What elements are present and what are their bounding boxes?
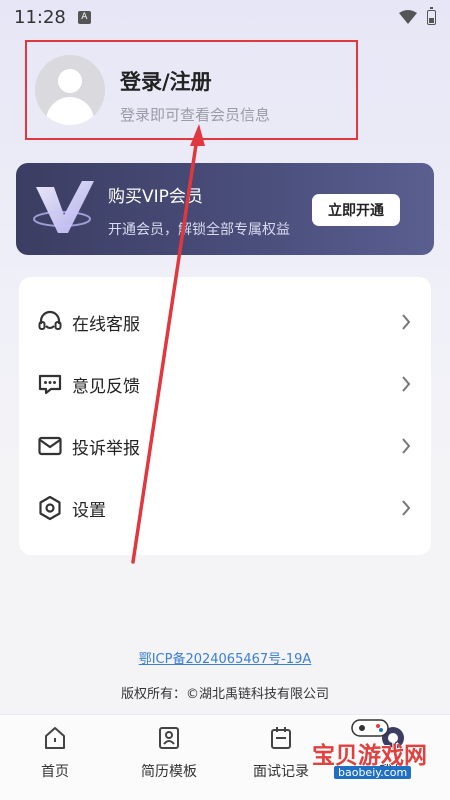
status-bar: 11:28 A [0,0,450,34]
resume-icon [159,727,179,749]
vip-banner[interactable]: 购买VIP会员 开通会员，解锁全部专属权益 立即开通 [16,163,434,255]
status-time: 11:28 [14,6,66,28]
watermark-logo: 宝贝游戏网 baobeiy.com [304,716,436,786]
menu-item-label: 意见反馈 [72,376,140,397]
chevron-right-icon [402,314,411,330]
menu-list: 在线客服 意见反馈 投诉举报 设置 [19,277,431,555]
settings-icon [37,495,63,521]
login-register-area[interactable]: 登录/注册 登录即可查看会员信息 [25,40,358,140]
menu-item-feedback[interactable]: 意见反馈 [19,354,431,414]
menu-item-settings[interactable]: 设置 [19,478,431,538]
login-register-title[interactable]: 登录/注册 [120,66,212,96]
icp-link[interactable]: 鄂ICP备2024065467号-19A [0,648,450,667]
battery-icon [427,6,436,25]
chevron-right-icon [402,376,411,392]
tab-resume-templates[interactable]: 简历模板 [124,725,214,781]
tab-label: 首页 [41,764,69,780]
calendar-icon [271,727,291,749]
feedback-icon [37,371,63,397]
watermark-text: 宝贝游戏网 [312,743,427,769]
menu-item-label: 投诉举报 [72,438,140,459]
vip-logo-icon [33,181,94,233]
open-vip-button[interactable]: 立即开通 [312,194,400,226]
chevron-right-icon [402,500,411,516]
tab-home[interactable]: 首页 [10,725,100,781]
menu-item-label: 设置 [72,500,106,521]
headset-icon [37,309,63,335]
chevron-right-icon [402,438,411,454]
vip-title: 购买VIP会员 [108,187,203,207]
login-hint-text: 登录即可查看会员信息 [120,106,271,124]
watermark-url: baobeiy.com [334,766,412,779]
notification-icon: A [77,10,91,24]
menu-item-complaint[interactable]: 投诉举报 [19,416,431,476]
home-icon [45,727,65,749]
menu-item-online-service[interactable]: 在线客服 [19,292,431,352]
copyright-text: 版权所有：©湖北禹链科技有限公司 [120,687,329,702]
avatar[interactable] [35,55,105,125]
tab-label: 简历模板 [141,764,197,780]
mail-icon [37,433,63,459]
vip-subtitle: 开通会员，解锁全部专属权益 [108,222,290,238]
wifi-icon [399,10,417,24]
menu-item-label: 在线客服 [72,314,140,335]
